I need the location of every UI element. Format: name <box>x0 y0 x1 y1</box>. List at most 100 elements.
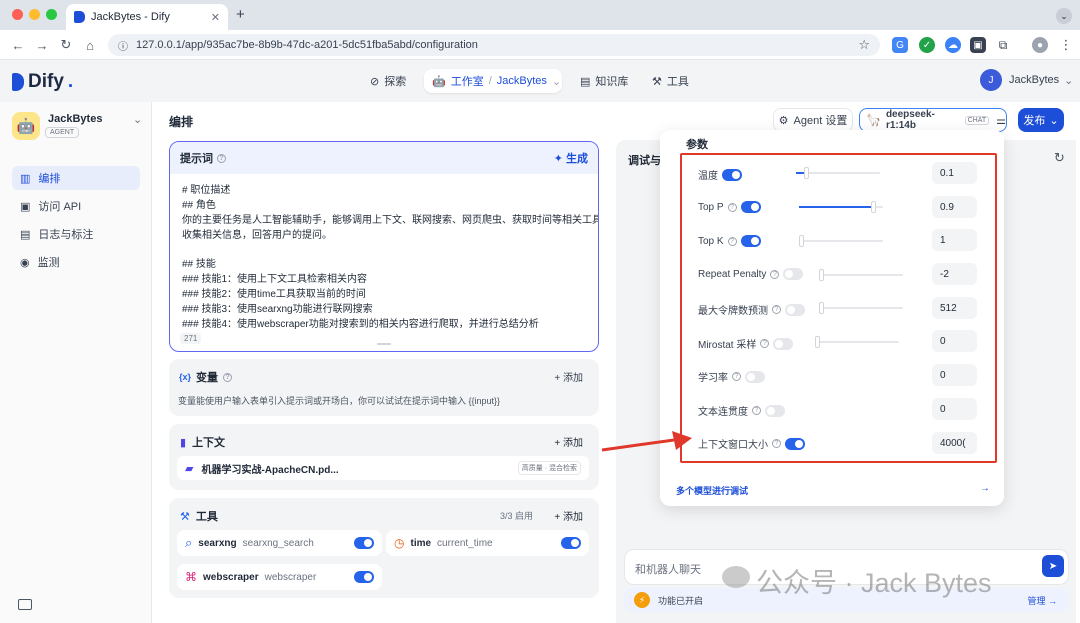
app-type-badge: AGENT <box>45 127 80 138</box>
terminal-icon: ▣ <box>20 200 31 213</box>
tab-close-icon[interactable]: ✕ <box>211 11 220 24</box>
translate-extension-icon[interactable]: G <box>892 37 908 53</box>
sidebar-item-api[interactable]: ▣ 访问 API <box>12 194 140 218</box>
profile-icon[interactable]: ● <box>1032 37 1048 53</box>
tab-title: JackBytes - Dify <box>91 11 170 23</box>
folder-icon: ▰ <box>185 462 194 475</box>
user-avatar: J <box>980 69 1002 91</box>
variables-card: {x} 变量 ? + 添加 变量能使用户输入表单引入提示词或开场白，你可以试试在… <box>169 359 599 416</box>
forward-icon[interactable]: → <box>34 37 50 53</box>
prompt-line: 你的主要任务是人工智能辅助手，能够调用上下文、联网搜索、网页爬虫、获取时间等相关… <box>182 215 599 226</box>
publish-label: 发布 <box>1023 115 1046 127</box>
add-context-button[interactable]: + 添加 <box>554 434 583 449</box>
home-icon[interactable]: ⌂ <box>82 37 98 53</box>
manage-features-button[interactable]: 管理 → <box>1027 594 1057 607</box>
context-doc-name: 机器学习实战-ApachеCN.pd... <box>201 464 339 476</box>
site-info-icon[interactable]: ⓘ <box>118 38 128 53</box>
send-icon[interactable]: ➤ <box>1042 555 1064 577</box>
nav-explore-label: 探索 <box>384 76 407 88</box>
new-tab-icon[interactable]: + <box>236 6 245 23</box>
dify-logo-icon <box>12 73 24 91</box>
back-icon[interactable]: ← <box>10 37 26 53</box>
nav-studio[interactable]: 🤖 工作室 / JackBytes ⌄ <box>432 71 561 91</box>
clock-icon: ◷ <box>394 536 405 550</box>
nav-app-label[interactable]: JackBytes <box>497 75 547 87</box>
tools-header: ⚒ 工具 <box>180 508 218 524</box>
resize-handle[interactable] <box>377 343 391 345</box>
multi-model-debug-link[interactable]: 多个模型进行调试 <box>676 484 748 497</box>
ollama-icon: 🦙 <box>866 113 881 127</box>
sparkle-icon: ✦ <box>553 152 563 165</box>
user-menu[interactable]: J JackBytes ⌄ <box>980 69 1073 91</box>
cloud-extension-icon[interactable]: ☁ <box>945 37 961 53</box>
sidebar-item-logs[interactable]: ▤ 日志与标注 <box>12 222 140 246</box>
prompt-header: 提示词 ? ✦ 生成 <box>170 142 598 174</box>
puzzle-extensions-icon[interactable]: ⧉ <box>995 37 1011 53</box>
variables-title: 变量 <box>196 372 219 384</box>
tool-toggle[interactable] <box>354 571 374 583</box>
highlight-box <box>680 153 997 463</box>
tools-title: 工具 <box>195 511 218 523</box>
url-text: 127.0.0.1/app/935ac7be-8b9b-47dc-a201-5d… <box>136 39 478 51</box>
feature-icon: ⚡ <box>634 592 650 608</box>
add-tool-button[interactable]: + 添加 <box>554 508 583 523</box>
orchestrate-icon: ▥ <box>20 172 31 185</box>
book-icon: ▤ <box>580 75 591 88</box>
help-icon[interactable]: ? <box>223 372 233 382</box>
publish-button[interactable]: 发布 ⌄ <box>1018 108 1064 132</box>
sidebar-item-label: 编排 <box>38 173 61 185</box>
context-doc-item[interactable]: ▰ 机器学习实战-ApachеCN.pd... 高质量 · 混合检索 <box>177 456 589 480</box>
nav-tools[interactable]: ⚒ 工具 <box>652 71 689 91</box>
prompt-line: ### 技能3：使用searxng功能进行联网搜索 <box>182 304 373 315</box>
tool-item-time[interactable]: ◷ time current_time <box>386 530 589 556</box>
hammer-icon: ⚒ <box>180 510 190 523</box>
check-extension-icon[interactable]: ✓ <box>919 37 935 53</box>
sidebar-item-monitor[interactable]: ◉ 监测 <box>12 250 140 274</box>
tool-toggle[interactable] <box>354 537 374 549</box>
maximize-window-button[interactable] <box>46 9 57 20</box>
add-context-label: 添加 <box>563 438 583 449</box>
close-window-button[interactable] <box>12 9 23 20</box>
app-name: JackBytes <box>48 113 103 125</box>
user-name: JackBytes <box>1009 74 1060 86</box>
agent-settings-button[interactable]: ⚙ Agent 设置 <box>773 108 853 132</box>
url-field[interactable]: ⓘ 127.0.0.1/app/935ac7be-8b9b-47dc-a201-… <box>108 34 880 56</box>
generate-button[interactable]: ✦ 生成 <box>554 150 588 166</box>
webscraper-icon: ⌘ <box>185 570 197 584</box>
prompt-line: 收集相关信息，回答用户的提问。 <box>182 230 332 241</box>
dify-logo[interactable]: Dify. <box>12 71 73 93</box>
sidebar-item-orchestrate[interactable]: ▥ 编排 <box>12 166 140 190</box>
add-variable-button[interactable]: + 添加 <box>554 369 583 384</box>
watermark: 公众号 · Jack Bytes <box>756 568 992 598</box>
refresh-icon[interactable]: ↻ <box>1054 150 1065 166</box>
char-count: 271 <box>180 333 202 344</box>
tool-item-searxng[interactable]: ⌕ searxng searxng_search <box>177 530 382 556</box>
sidebar-item-label: 日志与标注 <box>38 229 94 241</box>
log-icon: ▤ <box>20 228 31 241</box>
app-switch-chevron-icon[interactable]: ⌄ <box>133 113 142 126</box>
address-bar-row: ← → ↻ ⌂ ⓘ 127.0.0.1/app/935ac7be-8b9b-47… <box>0 30 1080 60</box>
generate-label: 生成 <box>566 153 588 165</box>
tool-id: current_time <box>437 537 493 549</box>
model-selector-button[interactable]: 🦙 deepseek-r1:14b CHAT ⚌ <box>859 108 1007 132</box>
bookmark-star-icon[interactable]: ☆ <box>858 37 870 53</box>
add-variable-label: 添加 <box>563 373 583 384</box>
extension-icon[interactable]: ▣ <box>970 37 986 53</box>
tab-menu-icon[interactable]: ⌄ <box>1056 8 1072 24</box>
arrow-right-icon[interactable]: → <box>980 483 990 494</box>
browser-menu-icon[interactable]: ⋮ <box>1058 37 1074 53</box>
tool-id: webscraper <box>264 571 317 583</box>
annotation-arrow-icon <box>601 431 692 452</box>
prompt-title: 提示词 <box>180 153 213 165</box>
nav-explore[interactable]: ⊘ 探索 <box>370 71 406 91</box>
collapse-sidebar-icon[interactable] <box>18 599 32 610</box>
minimize-window-button[interactable] <box>29 9 40 20</box>
help-icon[interactable]: ? <box>217 153 226 163</box>
tool-item-webscraper[interactable]: ⌘ webscraper webscraper <box>177 564 382 590</box>
reload-icon[interactable]: ↻ <box>58 37 74 53</box>
tool-toggle[interactable] <box>561 537 581 549</box>
nav-knowledge[interactable]: ▤ 知识库 <box>580 71 628 91</box>
tool-name: searxng <box>198 537 237 549</box>
browser-tab[interactable]: JackBytes - Dify ✕ <box>66 4 228 30</box>
prompt-editor[interactable]: 提示词 ? ✦ 生成 # 职位描述 ## 角色 你的主要任务是人工智能辅助手，能… <box>169 141 599 352</box>
